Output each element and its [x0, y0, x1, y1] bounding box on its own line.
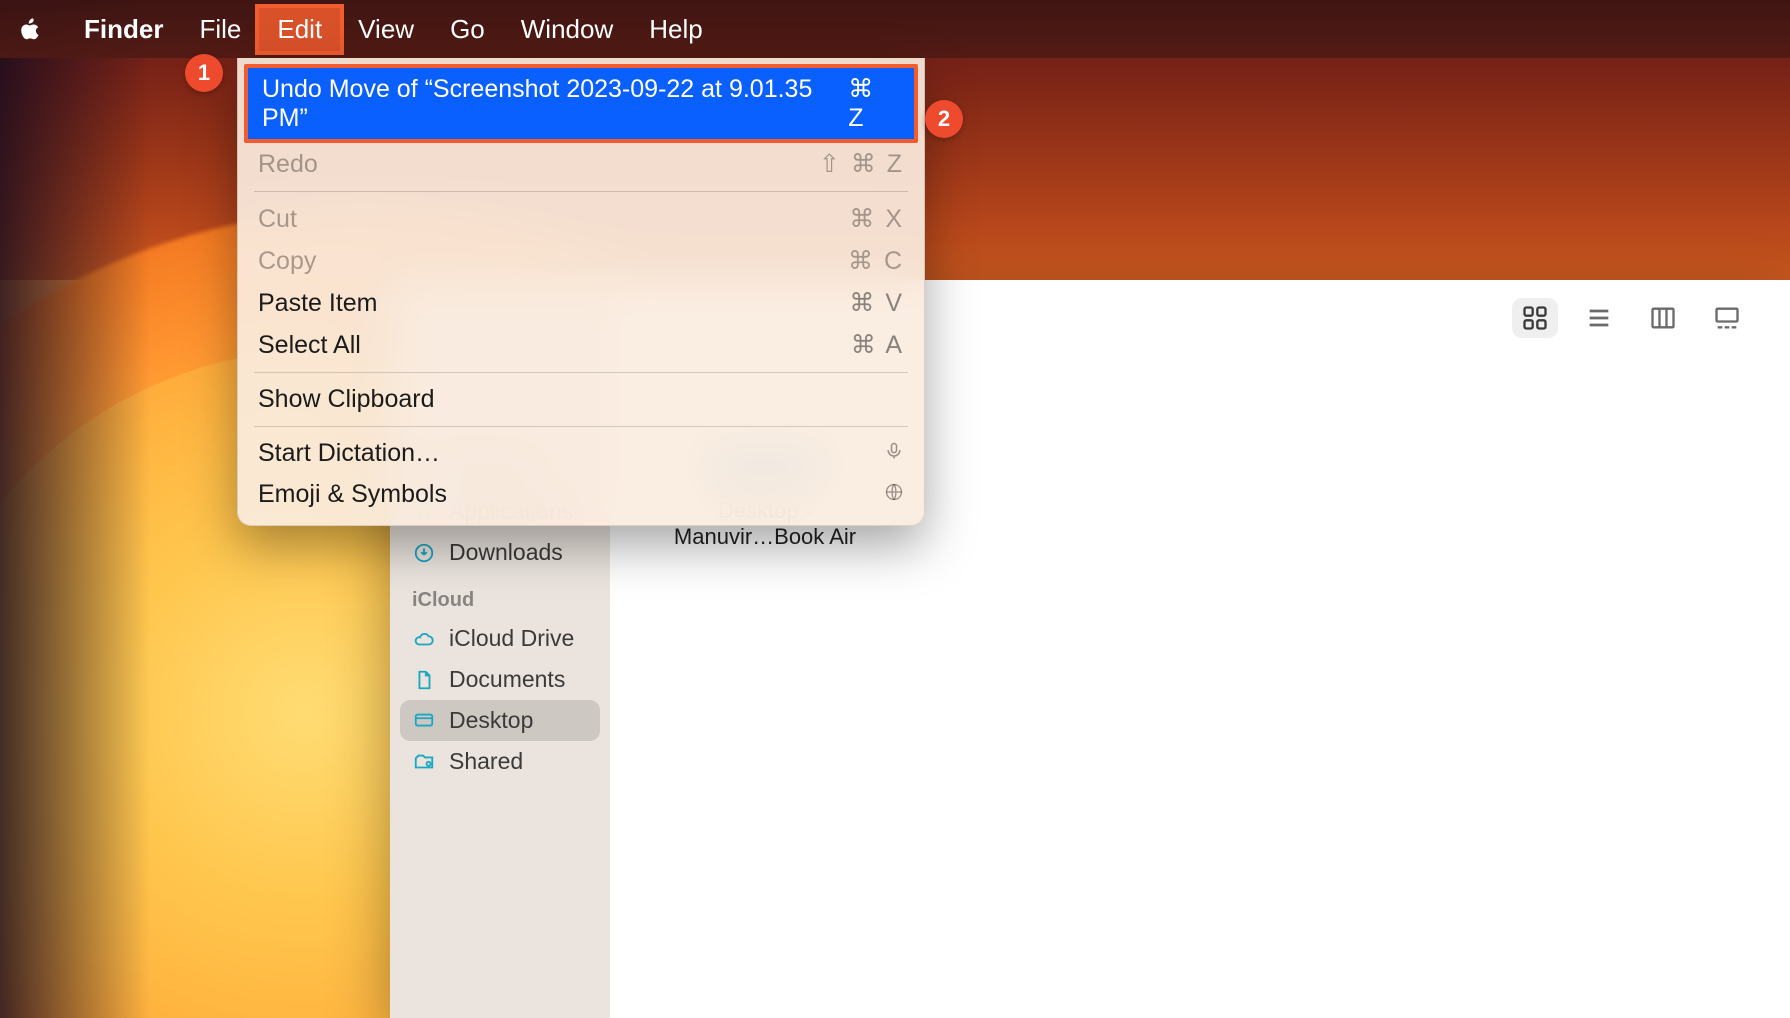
- menu-separator: [254, 426, 908, 427]
- desktop-icon: [412, 709, 436, 733]
- menu-item-file[interactable]: File: [181, 8, 259, 51]
- menu-copy: Copy ⌘ C: [244, 240, 918, 282]
- sidebar-item-documents[interactable]: Documents: [400, 659, 600, 700]
- view-columns-button[interactable]: [1640, 298, 1686, 338]
- menu-shortcut: ⌘ V: [849, 288, 904, 318]
- menu-item-label: Redo: [258, 150, 318, 179]
- sidebar-item-label: Documents: [449, 666, 565, 693]
- menu-paste-item[interactable]: Paste Item ⌘ V: [244, 282, 918, 324]
- menu-start-dictation[interactable]: Start Dictation…: [244, 433, 918, 474]
- view-gallery-button[interactable]: [1704, 298, 1750, 338]
- menu-redo: Redo ⇧ ⌘ Z: [244, 143, 918, 185]
- sidebar-item-icloud-drive[interactable]: iCloud Drive: [400, 618, 600, 659]
- menu-item-label: Emoji & Symbols: [258, 480, 447, 509]
- cloud-icon: [412, 627, 436, 651]
- menu-separator: [254, 372, 908, 373]
- menu-cut: Cut ⌘ X: [244, 198, 918, 240]
- view-icons-button[interactable]: [1512, 298, 1558, 338]
- menu-item-label: Paste Item: [258, 289, 378, 318]
- download-icon: [412, 541, 436, 565]
- sidebar-item-label: Desktop: [449, 707, 533, 734]
- menu-shortcut: ⌘ C: [848, 246, 904, 276]
- apple-menu-icon[interactable]: [16, 16, 46, 42]
- menu-select-all[interactable]: Select All ⌘ A: [244, 324, 918, 366]
- menu-shortcut: ⌘ A: [851, 330, 904, 360]
- menu-item-label: Show Clipboard: [258, 385, 435, 414]
- file-label-line2: Manuvir…Book Air: [665, 524, 865, 550]
- menu-item-window[interactable]: Window: [503, 8, 631, 51]
- menu-item-label: Copy: [258, 247, 316, 276]
- globe-icon: [884, 480, 904, 509]
- menu-shortcut: ⌘ Z: [848, 74, 900, 133]
- sidebar-item-desktop[interactable]: Desktop: [400, 700, 600, 741]
- menu-undo-move-of-screenshot-2023-09-22-at-9-01-35-pm[interactable]: Undo Move of “Screenshot 2023-09-22 at 9…: [248, 68, 914, 139]
- app-name[interactable]: Finder: [66, 8, 181, 51]
- annotation-badge-1: 1: [185, 54, 223, 92]
- menu-item-help[interactable]: Help: [631, 8, 720, 51]
- menu-bar: Finder FileEditViewGoWindowHelp: [0, 0, 1790, 58]
- sidebar-item-downloads[interactable]: Downloads: [400, 532, 600, 573]
- annotation-highlight-undo: Undo Move of “Screenshot 2023-09-22 at 9…: [244, 64, 918, 143]
- annotation-badge-2: 2: [925, 100, 963, 138]
- menu-separator: [254, 191, 908, 192]
- menu-item-label: Start Dictation…: [258, 439, 440, 468]
- sidebar-item-label: iCloud Drive: [449, 625, 574, 652]
- mic-icon: [884, 439, 904, 468]
- view-list-button[interactable]: [1576, 298, 1622, 338]
- menu-shortcut: ⇧ ⌘ Z: [819, 149, 904, 179]
- menu-item-label: Cut: [258, 205, 297, 234]
- sidebar-section-icloud: iCloud: [400, 573, 600, 618]
- menu-item-view[interactable]: View: [340, 8, 432, 51]
- doc-icon: [412, 668, 436, 692]
- menu-item-label: Select All: [258, 331, 361, 360]
- menu-emoji-symbols[interactable]: Emoji & Symbols: [244, 474, 918, 515]
- finder-view-toolbar: [1512, 298, 1750, 338]
- sidebar-item-label: Downloads: [449, 539, 563, 566]
- menu-show-clipboard[interactable]: Show Clipboard: [244, 379, 918, 420]
- sidebar-item-shared[interactable]: Shared: [400, 741, 600, 782]
- shared-icon: [412, 750, 436, 774]
- menu-item-go[interactable]: Go: [432, 8, 503, 51]
- menu-shortcut: ⌘ X: [849, 204, 904, 234]
- menu-item-label: Undo Move of “Screenshot 2023-09-22 at 9…: [262, 75, 848, 133]
- edit-menu-dropdown: Undo Move of “Screenshot 2023-09-22 at 9…: [237, 58, 925, 526]
- menu-item-edit[interactable]: Edit: [259, 8, 340, 51]
- sidebar-item-label: Shared: [449, 748, 523, 775]
